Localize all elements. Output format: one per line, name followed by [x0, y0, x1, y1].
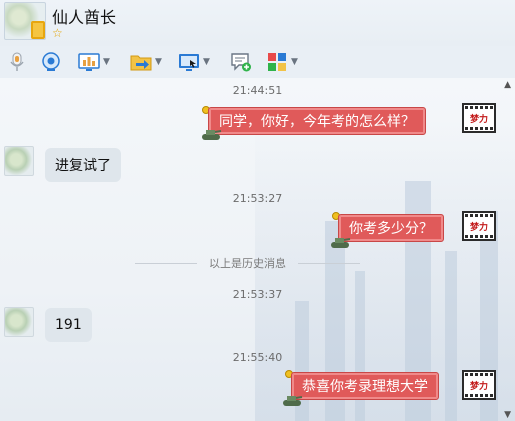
file-dropdown-icon[interactable]: ▼ — [155, 57, 162, 67]
message-timestamp: 21:53:27 — [232, 192, 283, 205]
outgoing-message[interactable]: 同学，你好，今年考的怎么样？ — [208, 107, 426, 135]
mobile-online-icon — [31, 21, 45, 39]
contact-name[interactable]: 仙人酋长 — [52, 4, 116, 28]
folder-arrow-icon — [130, 55, 152, 71]
chat-header: 仙人酋长 ☆ — [0, 0, 515, 46]
monitor-chart-icon — [78, 53, 100, 71]
tank-icon — [331, 238, 351, 248]
outgoing-message[interactable]: 恭喜你考录理想大学 — [291, 372, 439, 400]
create-group-button[interactable] — [230, 50, 252, 74]
apps-dropdown-icon[interactable]: ▼ — [291, 57, 298, 67]
my-avatar[interactable]: 梦力 — [462, 103, 496, 133]
remote-dropdown-icon[interactable]: ▼ — [103, 57, 110, 67]
contact-avatar[interactable] — [4, 2, 46, 40]
remote-assist-button[interactable]: ▼ — [78, 50, 110, 74]
voice-call-button[interactable] — [6, 50, 28, 74]
apps-grid-icon — [268, 53, 286, 71]
webcam-icon — [42, 52, 60, 71]
contact-message-avatar[interactable] — [4, 307, 34, 337]
video-call-button[interactable] — [40, 50, 62, 74]
history-divider: 以上是历史消息 — [135, 256, 360, 270]
tank-icon — [202, 130, 222, 140]
apps-button[interactable]: ▼ — [266, 50, 298, 74]
send-file-button[interactable]: ▼ — [130, 50, 162, 74]
message-list[interactable]: ▲ 21:44:51 同学，你好，今年考的怎么样？ 梦力 进复试了 21:53:… — [0, 78, 515, 421]
incoming-message[interactable]: 191 — [45, 308, 92, 342]
scroll-down-icon[interactable]: ▼ — [504, 410, 511, 420]
screen-dropdown-icon[interactable]: ▼ — [203, 57, 210, 67]
my-avatar[interactable]: 梦力 — [462, 370, 496, 400]
incoming-message[interactable]: 进复试了 — [45, 148, 121, 182]
message-timestamp: 21:53:37 — [232, 288, 283, 301]
history-divider-label: 以上是历史消息 — [209, 257, 286, 270]
chat-add-icon — [231, 53, 251, 72]
screen-share-icon — [179, 54, 199, 71]
my-avatar[interactable]: 梦力 — [462, 211, 496, 241]
outgoing-message[interactable]: 你考多少分？ — [338, 214, 444, 242]
contact-message-avatar[interactable] — [4, 146, 34, 176]
message-timestamp: 21:55:40 — [232, 351, 283, 364]
message-timestamp: 21:44:51 — [232, 84, 283, 97]
chat-toolbar: ▼ ▼ ▼ ▼ — [0, 46, 515, 78]
tank-icon — [283, 396, 303, 406]
star-badge-icon[interactable]: ☆ — [52, 26, 63, 40]
microphone-icon — [10, 52, 24, 71]
screen-share-button[interactable]: ▼ — [178, 50, 210, 74]
